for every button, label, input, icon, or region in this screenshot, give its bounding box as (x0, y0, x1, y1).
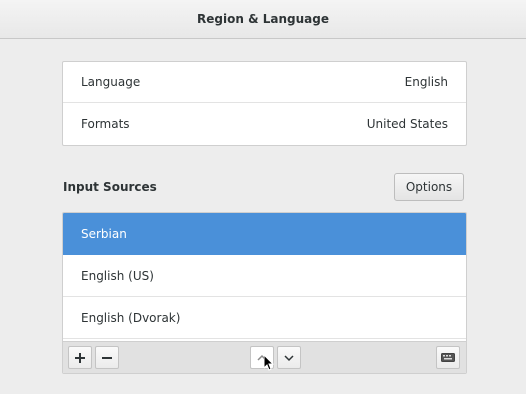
input-source-item[interactable]: English (US) (63, 255, 466, 297)
remove-input-source-button[interactable] (95, 346, 119, 369)
input-source-label: English (Dvorak) (81, 310, 181, 325)
formats-row[interactable]: Formats United States (63, 103, 466, 144)
minus-icon (102, 356, 112, 359)
language-formats-list: Language English Formats United States (62, 61, 467, 146)
input-source-item[interactable]: English (Dvorak) (63, 297, 466, 339)
input-source-item[interactable]: Serbian (63, 213, 466, 255)
keyboard-layout-button[interactable] (436, 346, 460, 369)
formats-label: Formats (81, 116, 130, 131)
add-input-source-button[interactable] (68, 346, 92, 369)
plus-icon (75, 352, 85, 363)
input-source-label: English (US) (81, 268, 154, 283)
input-sources-heading: Input Sources (63, 180, 157, 194)
mouse-pointer-icon (264, 355, 274, 371)
window-title: Region & Language (197, 12, 329, 26)
language-row[interactable]: Language English (63, 62, 466, 103)
formats-value: United States (366, 116, 448, 131)
input-sources-list: Serbian English (US) English (Dvorak) (62, 212, 467, 374)
options-button[interactable]: Options (394, 173, 464, 201)
chevron-down-icon (284, 354, 294, 361)
move-down-button[interactable] (277, 346, 301, 369)
region-language-window: Region & Language Language English Forma… (0, 0, 526, 394)
header-bar: Region & Language (0, 0, 526, 39)
language-value: English (404, 75, 448, 89)
input-source-label: Serbian (81, 226, 127, 241)
keyboard-icon (441, 353, 455, 362)
language-label: Language (81, 75, 141, 89)
